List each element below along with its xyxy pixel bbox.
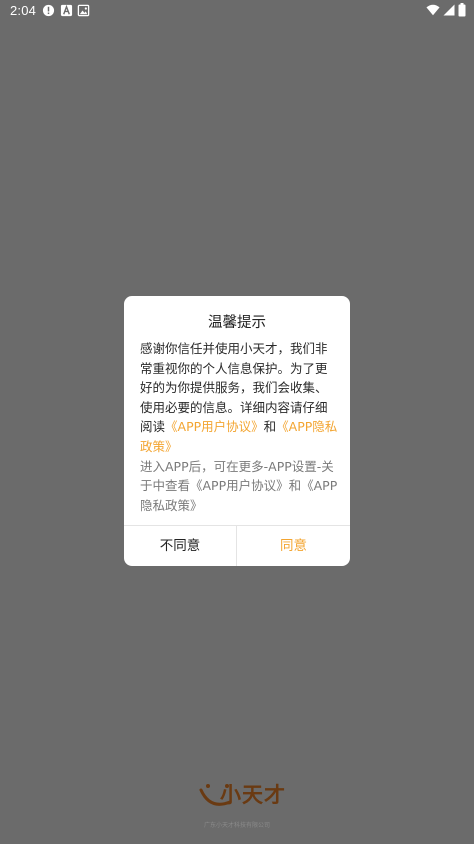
dialog-note: 进入APP后，可在更多-APP设置-关于中查看《APP用户协议》和《APP隐私政… bbox=[140, 458, 338, 513]
agree-button[interactable]: 同意 bbox=[237, 526, 350, 566]
image-icon bbox=[77, 4, 90, 17]
status-time: 2:04 bbox=[10, 3, 37, 18]
user-agreement-link[interactable]: 《APP用户协议》 bbox=[165, 419, 264, 434]
battery-icon bbox=[458, 3, 466, 17]
cell-signal-icon bbox=[443, 4, 455, 16]
and-text: 和 bbox=[263, 419, 277, 435]
status-bar: 2:04 bbox=[0, 0, 474, 22]
privacy-dialog: 温馨提示 感谢你信任并使用小天才，我们非常重视你的个人信息保护。为了更好的为你提… bbox=[124, 296, 350, 566]
disagree-button[interactable]: 不同意 bbox=[124, 526, 236, 566]
wifi-icon bbox=[426, 4, 440, 16]
brand-name: 小天才 bbox=[220, 783, 286, 807]
dialog-title: 温馨提示 bbox=[208, 315, 266, 331]
brand-company: 广东小天才科技有限公司 bbox=[203, 822, 270, 829]
dialog-body: 感谢你信任并使用小天才，我们非常重视你的个人信息保护。为了更好的为你提供服务，我… bbox=[140, 339, 338, 515]
font-a-icon bbox=[60, 4, 73, 17]
alert-circle-icon bbox=[42, 4, 55, 17]
